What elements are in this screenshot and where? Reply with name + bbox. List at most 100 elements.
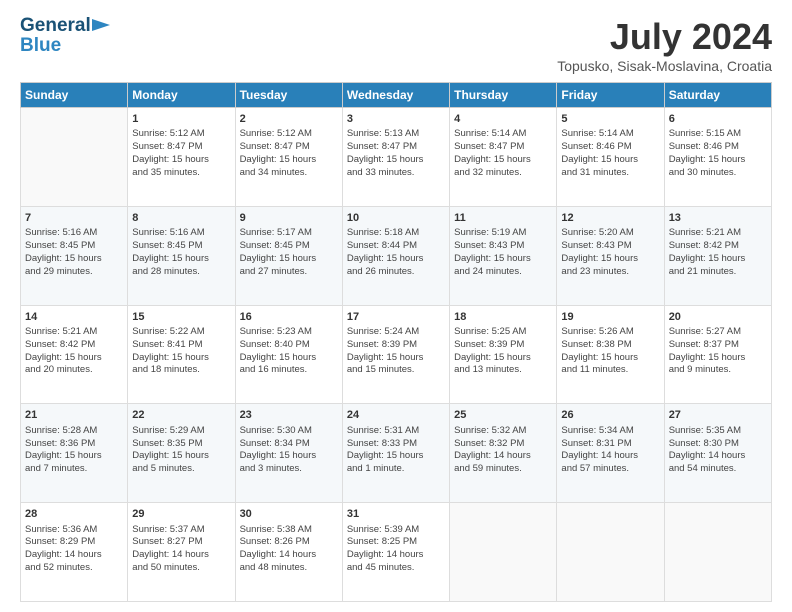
cell-content: Sunrise: 5:31 AM Sunset: 8:33 PM Dayligh… — [347, 425, 445, 476]
cell-content: Sunrise: 5:35 AM Sunset: 8:30 PM Dayligh… — [669, 425, 767, 476]
cell-content: Sunrise: 5:22 AM Sunset: 8:41 PM Dayligh… — [132, 326, 230, 377]
week-row-3: 14Sunrise: 5:21 AM Sunset: 8:42 PM Dayli… — [21, 305, 772, 404]
calendar-cell: 10Sunrise: 5:18 AM Sunset: 8:44 PM Dayli… — [342, 206, 449, 305]
day-number: 9 — [240, 211, 338, 226]
calendar-cell — [664, 503, 771, 602]
header-cell-tuesday: Tuesday — [235, 83, 342, 108]
day-number: 21 — [25, 408, 123, 423]
cell-content: Sunrise: 5:18 AM Sunset: 8:44 PM Dayligh… — [347, 227, 445, 278]
day-number: 23 — [240, 408, 338, 423]
day-number: 24 — [347, 408, 445, 423]
cell-content: Sunrise: 5:21 AM Sunset: 8:42 PM Dayligh… — [25, 326, 123, 377]
day-number: 8 — [132, 211, 230, 226]
day-number: 2 — [240, 112, 338, 127]
cell-content: Sunrise: 5:12 AM Sunset: 8:47 PM Dayligh… — [240, 128, 338, 179]
logo-arrow-icon — [92, 17, 110, 33]
calendar-cell: 6Sunrise: 5:15 AM Sunset: 8:46 PM Daylig… — [664, 108, 771, 207]
calendar-cell: 5Sunrise: 5:14 AM Sunset: 8:46 PM Daylig… — [557, 108, 664, 207]
day-number: 22 — [132, 408, 230, 423]
calendar-cell: 18Sunrise: 5:25 AM Sunset: 8:39 PM Dayli… — [450, 305, 557, 404]
calendar-cell: 20Sunrise: 5:27 AM Sunset: 8:37 PM Dayli… — [664, 305, 771, 404]
calendar-cell: 23Sunrise: 5:30 AM Sunset: 8:34 PM Dayli… — [235, 404, 342, 503]
calendar-cell: 19Sunrise: 5:26 AM Sunset: 8:38 PM Dayli… — [557, 305, 664, 404]
header-row: SundayMondayTuesdayWednesdayThursdayFrid… — [21, 83, 772, 108]
header-cell-monday: Monday — [128, 83, 235, 108]
calendar-cell: 24 Sunrise: 5:31 AM Sunset: 8:33 PM Dayli… — [342, 404, 449, 503]
month-title: July 2024 — [557, 16, 772, 58]
logo-general: General — [20, 16, 91, 37]
title-area: July 2024 Topusko, Sisak-Moslavina, Croa… — [557, 16, 772, 74]
calendar-cell: 30 Sunrise: 5:38 AM Sunset: 8:26 PM Dayli… — [235, 503, 342, 602]
cell-content: Sunrise: 5:14 AM Sunset: 8:46 PM Dayligh… — [561, 128, 659, 179]
calendar-cell — [557, 503, 664, 602]
cell-content: Sunrise: 5:28 AM Sunset: 8:36 PM Dayligh… — [25, 425, 123, 476]
calendar-cell: 27 Sunrise: 5:35 AM Sunset: 8:30 PM Dayli… — [664, 404, 771, 503]
day-number: 17 — [347, 310, 445, 325]
header-cell-sunday: Sunday — [21, 83, 128, 108]
calendar-cell: 15Sunrise: 5:22 AM Sunset: 8:41 PM Dayli… — [128, 305, 235, 404]
day-number: 18 — [454, 310, 552, 325]
day-number: 6 — [669, 112, 767, 127]
calendar-cell: 29Sunrise: 5:37 AM Sunset: 8:27 PM Dayli… — [128, 503, 235, 602]
header: General Blue July 2024 Topusko, Sisak-Mo… — [20, 16, 772, 74]
calendar-cell: 4Sunrise: 5:14 AM Sunset: 8:47 PM Daylig… — [450, 108, 557, 207]
cell-content: Sunrise: 5:24 AM Sunset: 8:39 PM Dayligh… — [347, 326, 445, 377]
week-row-4: 21 Sunrise: 5:28 AM Sunset: 8:36 PM Dayli… — [21, 404, 772, 503]
day-number: 10 — [347, 211, 445, 226]
cell-content: Sunrise: 5:27 AM Sunset: 8:37 PM Dayligh… — [669, 326, 767, 377]
day-number: 5 — [561, 112, 659, 127]
cell-content: Sunrise: 5:17 AM Sunset: 8:45 PM Dayligh… — [240, 227, 338, 278]
cell-content: Sunrise: 5:21 AM Sunset: 8:42 PM Dayligh… — [669, 227, 767, 278]
calendar-cell: 11Sunrise: 5:19 AM Sunset: 8:43 PM Dayli… — [450, 206, 557, 305]
week-row-1: 1Sunrise: 5:12 AM Sunset: 8:47 PM Daylig… — [21, 108, 772, 207]
day-number: 3 — [347, 112, 445, 127]
calendar-cell: 8Sunrise: 5:16 AM Sunset: 8:45 PM Daylig… — [128, 206, 235, 305]
cell-content: Sunrise: 5:19 AM Sunset: 8:43 PM Dayligh… — [454, 227, 552, 278]
page: General Blue July 2024 Topusko, Sisak-Mo… — [0, 0, 792, 612]
day-number: 27 — [669, 408, 767, 423]
day-number: 26 — [561, 408, 659, 423]
calendar-table: SundayMondayTuesdayWednesdayThursdayFrid… — [20, 82, 772, 602]
day-number: 13 — [669, 211, 767, 226]
calendar-cell: 21 Sunrise: 5:28 AM Sunset: 8:36 PM Dayli… — [21, 404, 128, 503]
calendar-cell: 25 Sunrise: 5:32 AM Sunset: 8:32 PM Dayli… — [450, 404, 557, 503]
header-cell-saturday: Saturday — [664, 83, 771, 108]
day-number: 15 — [132, 310, 230, 325]
cell-content: Sunrise: 5:15 AM Sunset: 8:46 PM Dayligh… — [669, 128, 767, 179]
header-cell-friday: Friday — [557, 83, 664, 108]
calendar-cell: 28Sunrise: 5:36 AM Sunset: 8:29 PM Dayli… — [21, 503, 128, 602]
day-number: 4 — [454, 112, 552, 127]
day-number: 11 — [454, 211, 552, 226]
cell-content: Sunrise: 5:39 AM Sunset: 8:25 PM Dayligh… — [347, 524, 445, 575]
cell-content: Sunrise: 5:25 AM Sunset: 8:39 PM Dayligh… — [454, 326, 552, 377]
cell-content: Sunrise: 5:26 AM Sunset: 8:38 PM Dayligh… — [561, 326, 659, 377]
day-number: 31 — [347, 507, 445, 522]
day-number: 16 — [240, 310, 338, 325]
day-number: 7 — [25, 211, 123, 226]
cell-content: Sunrise: 5:16 AM Sunset: 8:45 PM Dayligh… — [25, 227, 123, 278]
logo-blue: Blue — [20, 35, 61, 57]
calendar-cell: 22 Sunrise: 5:29 AM Sunset: 8:35 PM Dayli… — [128, 404, 235, 503]
logo: General Blue — [20, 16, 110, 57]
cell-content: Sunrise: 5:38 AM Sunset: 8:26 PM Dayligh… — [240, 524, 338, 575]
cell-content: Sunrise: 5:36 AM Sunset: 8:29 PM Dayligh… — [25, 524, 123, 575]
day-number: 20 — [669, 310, 767, 325]
cell-content: Sunrise: 5:12 AM Sunset: 8:47 PM Dayligh… — [132, 128, 230, 179]
header-cell-wednesday: Wednesday — [342, 83, 449, 108]
calendar-cell: 9Sunrise: 5:17 AM Sunset: 8:45 PM Daylig… — [235, 206, 342, 305]
cell-content: Sunrise: 5:29 AM Sunset: 8:35 PM Dayligh… — [132, 425, 230, 476]
cell-content: Sunrise: 5:32 AM Sunset: 8:32 PM Dayligh… — [454, 425, 552, 476]
calendar-cell: 12Sunrise: 5:20 AM Sunset: 8:43 PM Dayli… — [557, 206, 664, 305]
day-number: 25 — [454, 408, 552, 423]
day-number: 19 — [561, 310, 659, 325]
calendar-cell: 1Sunrise: 5:12 AM Sunset: 8:47 PM Daylig… — [128, 108, 235, 207]
header-cell-thursday: Thursday — [450, 83, 557, 108]
calendar-cell: 31 Sunrise: 5:39 AM Sunset: 8:25 PM Dayli… — [342, 503, 449, 602]
day-number: 30 — [240, 507, 338, 522]
cell-content: Sunrise: 5:16 AM Sunset: 8:45 PM Dayligh… — [132, 227, 230, 278]
calendar-cell: 7Sunrise: 5:16 AM Sunset: 8:45 PM Daylig… — [21, 206, 128, 305]
calendar-cell: 26Sunrise: 5:34 AM Sunset: 8:31 PM Dayli… — [557, 404, 664, 503]
calendar-cell — [450, 503, 557, 602]
calendar-cell: 3Sunrise: 5:13 AM Sunset: 8:47 PM Daylig… — [342, 108, 449, 207]
day-number: 14 — [25, 310, 123, 325]
